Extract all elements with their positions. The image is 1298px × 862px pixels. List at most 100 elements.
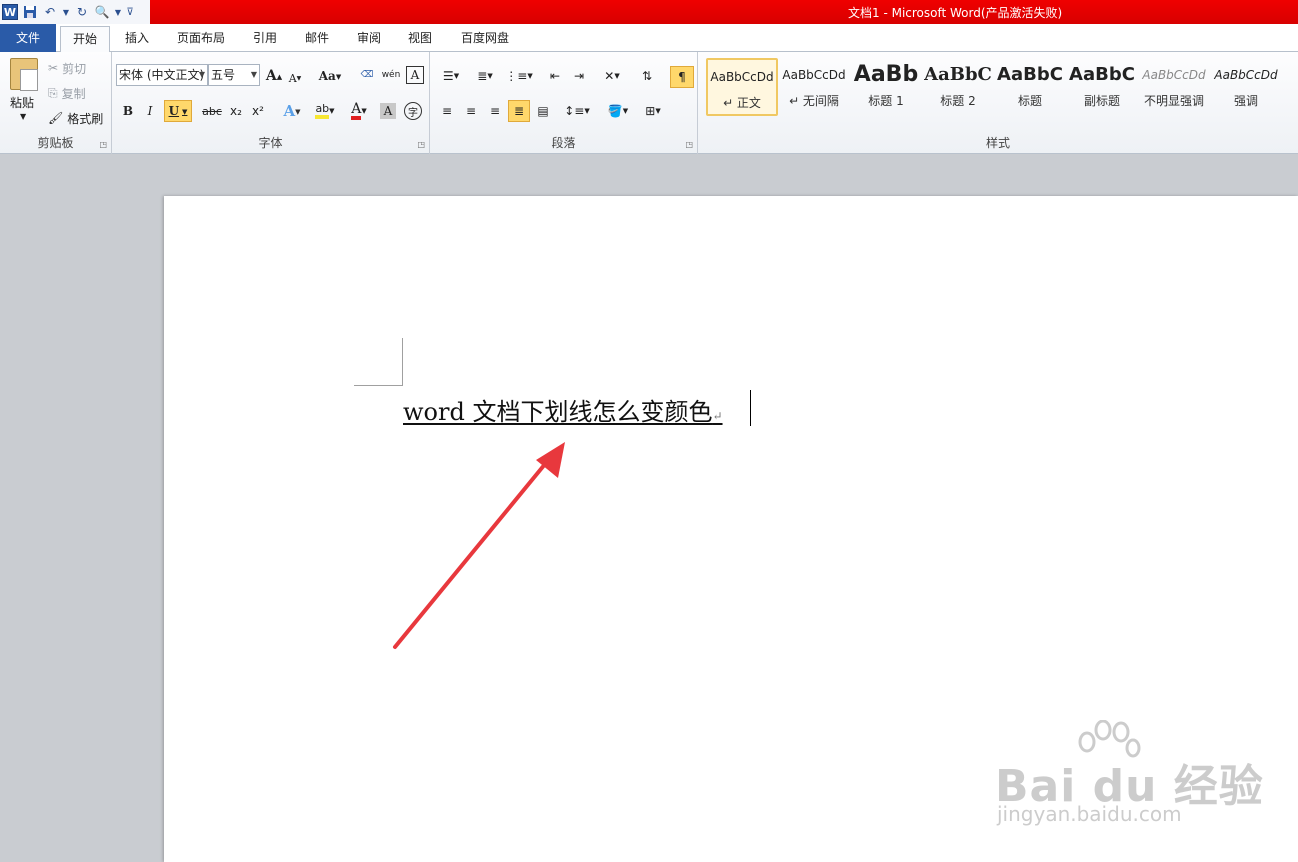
align-center-button[interactable]: ≡ — [460, 100, 482, 122]
font-name-combo[interactable]: 宋体 (中文正文) ▼ — [116, 64, 208, 86]
style-subtle-emphasis[interactable]: AaBbCcDd 不明显强调 — [1138, 58, 1210, 116]
redo-icon[interactable]: ↻ — [74, 4, 90, 20]
clipboard-group: 粘贴 ▼ ✂ 剪切 ⎘ 复制 🖌 格式刷 剪贴板 ◳ — [0, 52, 112, 154]
numbering-button[interactable]: ≣ ▼ — [470, 66, 500, 86]
highlight-button[interactable]: ab ▼ — [310, 100, 340, 122]
show-marks-button[interactable]: ¶ — [670, 66, 694, 88]
tab-review[interactable]: 审阅 — [348, 24, 390, 52]
paragraph-launcher-icon[interactable]: ◳ — [685, 140, 693, 149]
font-launcher-icon[interactable]: ◳ — [417, 140, 425, 149]
text-effects-button[interactable]: A ▼ — [278, 100, 306, 122]
clear-format-button[interactable]: ⌫ — [356, 64, 378, 86]
tab-page-layout[interactable]: 页面布局 — [166, 24, 236, 52]
align-left-button[interactable]: ≡ — [436, 100, 458, 122]
bullets-button[interactable]: ☰ ▼ — [436, 66, 466, 86]
increase-indent-icon: ⇥ — [573, 69, 585, 83]
font-size-combo[interactable]: 五号 ▼ — [208, 64, 260, 86]
tab-mailings[interactable]: 邮件 — [296, 24, 338, 52]
underline-button[interactable]: U ▼ — [164, 100, 192, 122]
save-icon[interactable] — [22, 4, 38, 20]
style-sample: AaBb — [853, 62, 919, 87]
underline-icon: U — [168, 104, 180, 118]
shrink-font-button[interactable]: A ▼ — [286, 68, 304, 88]
margin-corner-mark — [354, 385, 402, 386]
subscript-button[interactable]: x₂ — [226, 100, 246, 122]
font-group: 宋体 (中文正文) ▼ 五号 ▼ A ▲ A ▼ Aa ▼ ⌫ wén A B I U… — [112, 52, 430, 154]
paint-bucket-icon: 🪣 — [607, 104, 623, 118]
tab-references[interactable]: 引用 — [244, 24, 286, 52]
clipboard-launcher-icon[interactable]: ◳ — [99, 140, 107, 149]
style-emphasis[interactable]: AaBbCcDd 强调 — [1210, 58, 1282, 116]
multilevel-list-icon: ⋮≡ — [505, 69, 528, 83]
strikethrough-button[interactable]: abc — [200, 100, 224, 122]
shading-button[interactable]: 🪣 ▼ — [602, 100, 634, 122]
bold-button[interactable]: B — [118, 100, 138, 122]
style-name: 不明显强调 — [1143, 94, 1204, 108]
style-sample: AaBbCcDd — [1214, 68, 1278, 82]
word-app-icon[interactable]: W — [2, 4, 18, 20]
style-heading-2[interactable]: AaBbC 标题 2 — [922, 58, 994, 116]
style-normal[interactable]: AaBbCcDd ↵ 正文 — [706, 58, 778, 116]
ribbon-home: 粘贴 ▼ ✂ 剪切 ⎘ 复制 🖌 格式刷 剪贴板 ◳ 宋体 (中文正文) ▼ 五… — [0, 52, 1298, 154]
font-name-value: 宋体 (中文正文) — [119, 68, 205, 82]
copy-button[interactable]: ⎘ 复制 — [48, 83, 86, 103]
customize-dropdown-icon[interactable]: ▼ — [114, 4, 122, 20]
style-no-spacing[interactable]: AaBbCcDd ↵ 无间隔 — [778, 58, 850, 116]
superscript-button[interactable]: x² — [248, 100, 268, 122]
text-effects-icon: A — [283, 102, 296, 120]
style-title[interactable]: AaBbC 标题 — [994, 58, 1066, 116]
character-border-button[interactable]: A — [406, 66, 424, 84]
window-title: 文档1 - Microsoft Word(产品激活失败) — [848, 6, 1063, 20]
paste-dropdown-icon[interactable]: ▼ — [20, 112, 26, 121]
title-bar-background — [150, 0, 1298, 24]
sort-button[interactable]: ⇅ — [636, 66, 658, 86]
distributed-icon: ▤ — [537, 104, 549, 118]
style-sample: AaBbCcDd — [782, 68, 846, 82]
increase-indent-button[interactable]: ⇥ — [568, 66, 590, 86]
multilevel-list-button[interactable]: ⋮≡ ▼ — [504, 66, 534, 86]
change-case-button[interactable]: Aa ▼ — [316, 66, 344, 86]
style-subtitle[interactable]: AaBbC 副标题 — [1066, 58, 1138, 116]
grow-font-button[interactable]: A ▲ — [264, 66, 284, 86]
undo-icon[interactable]: ↶ — [42, 4, 58, 20]
justify-button[interactable]: ≣ — [508, 100, 530, 122]
font-group-label: 字体 — [258, 136, 283, 150]
paragraph-mark: ↵ — [712, 409, 723, 423]
italic-button[interactable]: I — [140, 100, 160, 122]
align-left-icon: ≡ — [441, 104, 453, 118]
numbered-list-icon: ≣ — [477, 69, 488, 83]
chinese-layout-button[interactable]: ✕ ▼ — [596, 66, 628, 86]
copy-label: 复制 — [61, 86, 86, 101]
chevron-down-icon: ▼ — [198, 70, 205, 79]
tab-file[interactable]: 文件 — [0, 24, 56, 52]
margin-corner-mark — [402, 338, 403, 386]
chevron-down-icon: ▼ — [250, 70, 257, 79]
line-spacing-button[interactable]: ↕≡ ▼ — [562, 100, 592, 122]
format-painter-label: 格式刷 — [67, 111, 104, 126]
cut-label: 剪切 — [62, 61, 87, 76]
format-painter-button[interactable]: 🖌 格式刷 — [48, 108, 103, 128]
decrease-indent-button[interactable]: ⇤ — [544, 66, 566, 86]
decrease-indent-icon: ⇤ — [549, 69, 561, 83]
tab-view[interactable]: 视图 — [399, 24, 441, 52]
tab-insert[interactable]: 插入 — [114, 24, 160, 52]
clear-format-icon: ⌫ — [360, 70, 374, 80]
customize-qat-icon[interactable]: ⊽ — [126, 4, 134, 20]
tab-home[interactable]: 开始 — [60, 26, 110, 53]
font-color-icon: A — [351, 102, 362, 120]
style-heading-1[interactable]: AaBb 标题 1 — [850, 58, 922, 116]
pinyin-guide-button[interactable]: wén — [380, 64, 402, 86]
document-text[interactable]: word 文档下划线怎么变颜色↵ — [403, 392, 723, 427]
font-color-button[interactable]: A ▼ — [344, 100, 374, 122]
style-sample: AaBbC — [1069, 64, 1135, 85]
character-shading-button[interactable]: A — [380, 103, 396, 119]
enclose-characters-button[interactable]: 字 — [404, 102, 422, 120]
cut-button[interactable]: ✂ 剪切 — [48, 58, 86, 78]
borders-button[interactable]: ⊞ ▼ — [638, 100, 668, 122]
annotation-arrow-icon — [393, 442, 565, 649]
print-preview-icon[interactable]: 🔍 — [94, 4, 110, 20]
tab-baidu-netdisk[interactable]: 百度网盘 — [452, 24, 518, 52]
align-right-button[interactable]: ≡ — [484, 100, 506, 122]
distributed-button[interactable]: ▤ — [532, 100, 554, 122]
undo-dropdown-icon[interactable]: ▼ — [62, 4, 70, 20]
